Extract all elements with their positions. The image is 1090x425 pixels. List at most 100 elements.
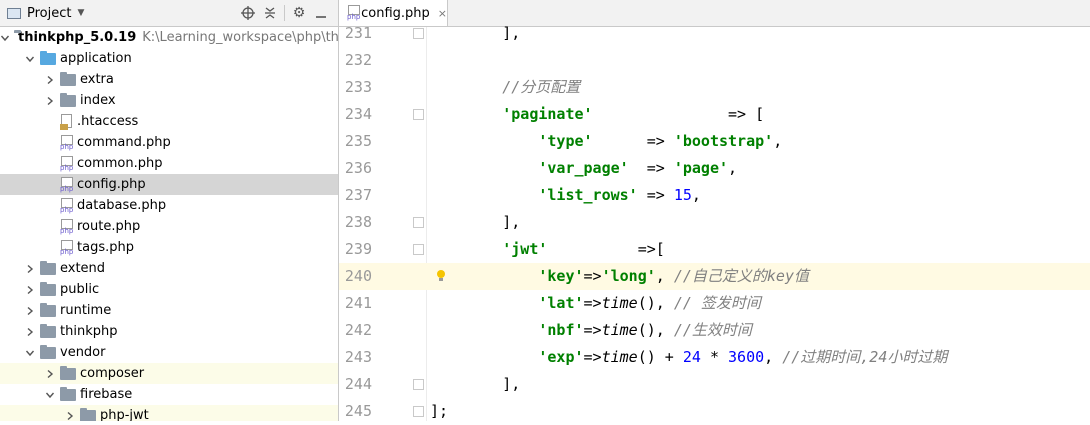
gear-icon[interactable]: ⚙ <box>288 2 310 24</box>
code-line[interactable]: 231 ], <box>339 20 1090 47</box>
locate-icon[interactable] <box>237 2 259 24</box>
tree-item[interactable]: extra <box>0 69 338 90</box>
chevron-right-icon[interactable] <box>64 410 76 422</box>
code-text: 'exp'=>time() + 24 * 3600, //过期时间,24小时过期 <box>538 348 948 366</box>
tree-item-label: application <box>60 51 132 66</box>
code-text: 'type' => 'bootstrap', <box>538 132 783 150</box>
project-panel-icon <box>7 7 21 19</box>
php-file-icon: php <box>347 5 360 21</box>
chevron-right-icon[interactable] <box>24 263 36 275</box>
chevron-down-icon[interactable] <box>24 53 36 65</box>
tree-item[interactable]: runtime <box>0 300 338 321</box>
project-panel: Project ▼ ⚙ thinkphp_5.0.19 K:\Learning_w… <box>0 0 339 421</box>
editor-area: php config.php × 231 ], 232 233 //分页配置 234 … <box>339 0 1090 421</box>
close-icon[interactable]: × <box>438 7 447 20</box>
line-number: 242 <box>344 321 372 339</box>
code-line[interactable]: 235 'type' => 'bootstrap', <box>339 128 1090 155</box>
tree-item[interactable]: php tags.php <box>0 237 338 258</box>
project-path: K:\Learning_workspace\php\thinkp <box>142 30 339 45</box>
fold-marker-icon[interactable] <box>413 217 424 228</box>
code-text: ], <box>430 375 521 393</box>
project-panel-title[interactable]: Project <box>27 6 71 21</box>
fold-marker-icon[interactable] <box>413 28 424 39</box>
collapse-all-icon[interactable] <box>259 2 281 24</box>
folder-icon <box>60 365 76 380</box>
chevron-right-icon[interactable] <box>44 95 56 107</box>
tree-item[interactable]: application <box>0 48 338 69</box>
tree-item[interactable]: php database.php <box>0 195 338 216</box>
line-number: 233 <box>344 78 372 96</box>
chevron-right-icon[interactable] <box>44 74 56 86</box>
tree-item-label: route.php <box>77 219 141 234</box>
tree-item[interactable]: firebase <box>0 384 338 405</box>
hide-panel-icon[interactable] <box>310 2 332 24</box>
code-line[interactable]: 236 'var_page' => 'page', <box>339 155 1090 182</box>
line-number: 239 <box>344 240 372 258</box>
code-line[interactable]: 243 'exp'=>time() + 24 * 3600, //过期时间,24… <box>339 344 1090 371</box>
tree-item[interactable]: composer <box>0 363 338 384</box>
chevron-down-icon[interactable] <box>44 389 56 401</box>
code-line[interactable]: 239 'jwt' =>[ <box>339 236 1090 263</box>
code-text: //分页配置 <box>430 78 581 96</box>
tree-item-label: common.php <box>77 156 163 171</box>
fold-marker-icon[interactable] <box>413 406 424 417</box>
code-editor[interactable]: 231 ], 232 233 //分页配置 234 'paginate' => [23… <box>339 24 1090 421</box>
tree-item-label: composer <box>80 366 145 381</box>
code-line[interactable]: 244 ], <box>339 371 1090 398</box>
code-line[interactable]: 242 'nbf'=>time(), //生效时间 <box>339 317 1090 344</box>
tree-item[interactable]: extend <box>0 258 338 279</box>
line-number: 241 <box>344 294 372 312</box>
tab-label: config.php <box>361 5 430 21</box>
code-text: 'key'=>'long', //自己定义的key值 <box>538 267 809 285</box>
tree-item[interactable]: php route.php <box>0 216 338 237</box>
tree-item[interactable]: thinkphp <box>0 321 338 342</box>
line-number: 234 <box>344 105 372 123</box>
tree-item[interactable]: .htaccess <box>0 111 338 132</box>
php-file-icon: php <box>60 134 74 151</box>
htaccess-file-icon <box>60 113 74 130</box>
tree-item-label: thinkphp <box>60 324 118 339</box>
code-line[interactable]: 240 'key'=>'long', //自己定义的key值 <box>339 263 1090 290</box>
tree-item[interactable]: php-jwt <box>0 405 338 421</box>
code-line[interactable]: 232 <box>339 47 1090 74</box>
tree-item[interactable]: php command.php <box>0 132 338 153</box>
source-folder-icon <box>40 50 56 65</box>
tree-item[interactable]: index <box>0 90 338 111</box>
tree-item[interactable]: vendor <box>0 342 338 363</box>
tree-item[interactable]: php config.php <box>0 174 338 195</box>
chevron-down-icon[interactable]: ▼ <box>77 8 84 18</box>
tree-item-label: command.php <box>77 135 171 150</box>
folder-icon <box>60 71 76 86</box>
code-line[interactable]: 241 'lat'=>time(), // 签发时间 <box>339 290 1090 317</box>
folder-icon <box>40 344 56 359</box>
code-line[interactable]: 238 ], <box>339 209 1090 236</box>
chevron-right-icon[interactable] <box>44 368 56 380</box>
code-line[interactable]: 234 'paginate' => [ <box>339 101 1090 128</box>
folder-icon <box>60 386 76 401</box>
chevron-down-icon[interactable] <box>24 347 36 359</box>
folder-icon <box>60 92 76 107</box>
php-file-icon: php <box>60 155 74 172</box>
code-text: 'var_page' => 'page', <box>538 159 738 177</box>
code-line[interactable]: 233 //分页配置 <box>339 74 1090 101</box>
tree-item[interactable]: thinkphp_5.0.19 K:\Learning_workspace\php… <box>0 27 338 48</box>
toolbar-separator <box>284 5 285 21</box>
code-line[interactable]: 237 'list_rows' => 15, <box>339 182 1090 209</box>
chevron-right-icon[interactable] <box>24 284 36 296</box>
fold-marker-icon[interactable] <box>413 109 424 120</box>
fold-marker-icon[interactable] <box>413 244 424 255</box>
chevron-right-icon[interactable] <box>24 305 36 317</box>
fold-marker-icon[interactable] <box>413 379 424 390</box>
tree-item-label: thinkphp_5.0.19 <box>18 30 137 45</box>
line-number: 236 <box>344 159 372 177</box>
tree-item[interactable]: php common.php <box>0 153 338 174</box>
chevron-down-icon[interactable] <box>0 32 10 44</box>
tree-item[interactable]: public <box>0 279 338 300</box>
tree-item-label: index <box>80 93 116 108</box>
folder-icon <box>40 281 56 296</box>
chevron-right-icon[interactable] <box>24 326 36 338</box>
tree-item-label: firebase <box>80 387 133 402</box>
